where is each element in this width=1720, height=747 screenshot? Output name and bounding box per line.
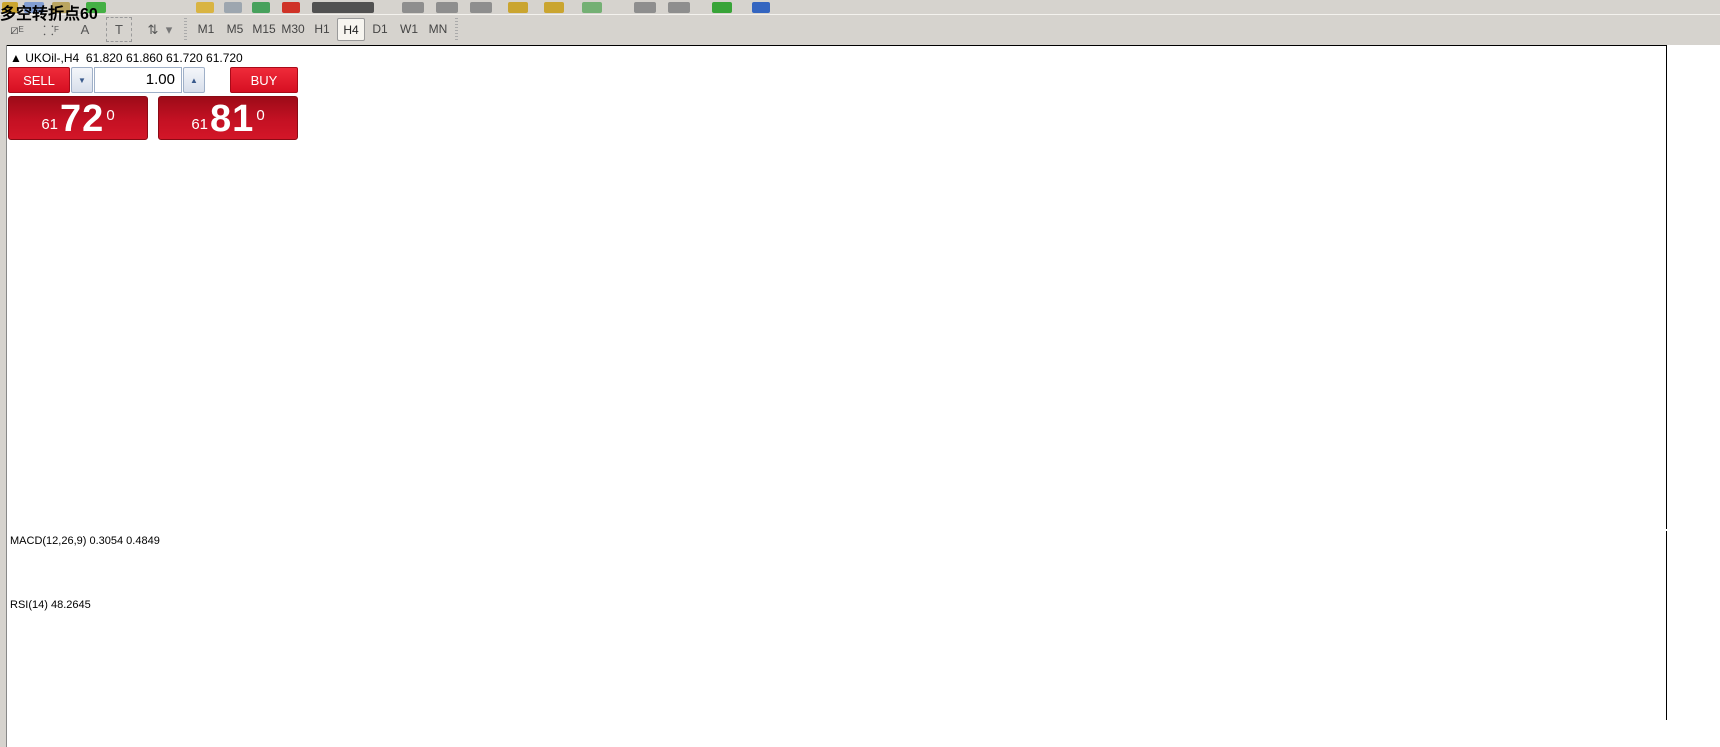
sell-price-display[interactable]: 61720 xyxy=(8,96,148,140)
refresh-icon[interactable] xyxy=(752,2,770,13)
macd-axis xyxy=(1666,531,1720,592)
macd-label: MACD(12,26,9) 0.3054 0.4849 xyxy=(10,535,160,547)
arrange2-icon[interactable] xyxy=(668,2,690,13)
timeframe-mn[interactable]: MN xyxy=(424,18,452,41)
timeframe-d1[interactable]: D1 xyxy=(366,18,394,41)
price-axis[interactable] xyxy=(1666,45,1720,529)
arrange-icon[interactable] xyxy=(634,2,656,13)
candle-chart-icon[interactable] xyxy=(436,2,458,13)
chart-annotation: 多空转折点60 xyxy=(0,0,98,24)
toolbar-separator xyxy=(455,18,458,41)
add-symbol-icon[interactable] xyxy=(712,2,732,13)
zoom-out-icon[interactable] xyxy=(544,2,564,13)
symbol-title: ▲ UKOil-,H4 61.820 61.860 61.720 61.720 xyxy=(10,51,243,65)
timeframe-h1[interactable]: H1 xyxy=(308,18,336,41)
mt4-window: ⧄E ⸬F A T ⇅ ▾ M1M5M15M30H1H4D1W1MN ▲ UKO… xyxy=(0,0,1720,747)
one-click-trading-panel: SELL ▼ 1.00 ▲ BUY 61720 61810 xyxy=(8,67,298,143)
rsi-label: RSI(14) 48.2645 xyxy=(10,599,91,611)
collapse-arrow-icon[interactable]: ▲ xyxy=(10,51,25,65)
sell-button[interactable]: SELL xyxy=(8,67,70,93)
line-chart-icon[interactable] xyxy=(470,2,492,13)
bar-chart-icon[interactable] xyxy=(402,2,424,13)
volume-increase-button[interactable]: ▲ xyxy=(183,67,205,93)
volume-input[interactable]: 1.00 xyxy=(94,67,182,93)
rsi-axis xyxy=(1666,592,1720,720)
zoom-in-icon[interactable] xyxy=(508,2,528,13)
timeframe-w1[interactable]: W1 xyxy=(395,18,423,41)
autotrade-stub[interactable] xyxy=(312,2,374,13)
buy-button[interactable]: BUY xyxy=(230,67,298,93)
timeframe-h4[interactable]: H4 xyxy=(337,18,365,41)
tile-windows-icon[interactable] xyxy=(582,2,602,13)
volume-decrease-button[interactable]: ▼ xyxy=(71,67,93,93)
buy-price-display[interactable]: 61810 xyxy=(158,96,298,140)
